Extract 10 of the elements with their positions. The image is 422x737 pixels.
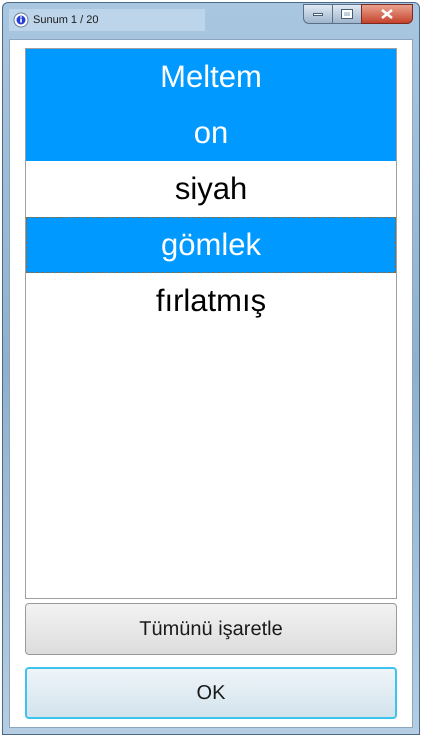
minimize-button[interactable] xyxy=(303,4,333,24)
maximize-icon xyxy=(342,10,352,18)
select-all-button[interactable]: Tümünü işaretle xyxy=(25,603,397,655)
close-icon xyxy=(381,9,393,19)
close-button[interactable] xyxy=(361,4,413,24)
ok-button[interactable]: OK xyxy=(25,667,397,719)
info-icon xyxy=(13,12,29,28)
maximize-button[interactable] xyxy=(333,4,361,24)
minimize-icon xyxy=(313,12,323,16)
window-title: Sunum 1 / 20 xyxy=(33,12,98,28)
